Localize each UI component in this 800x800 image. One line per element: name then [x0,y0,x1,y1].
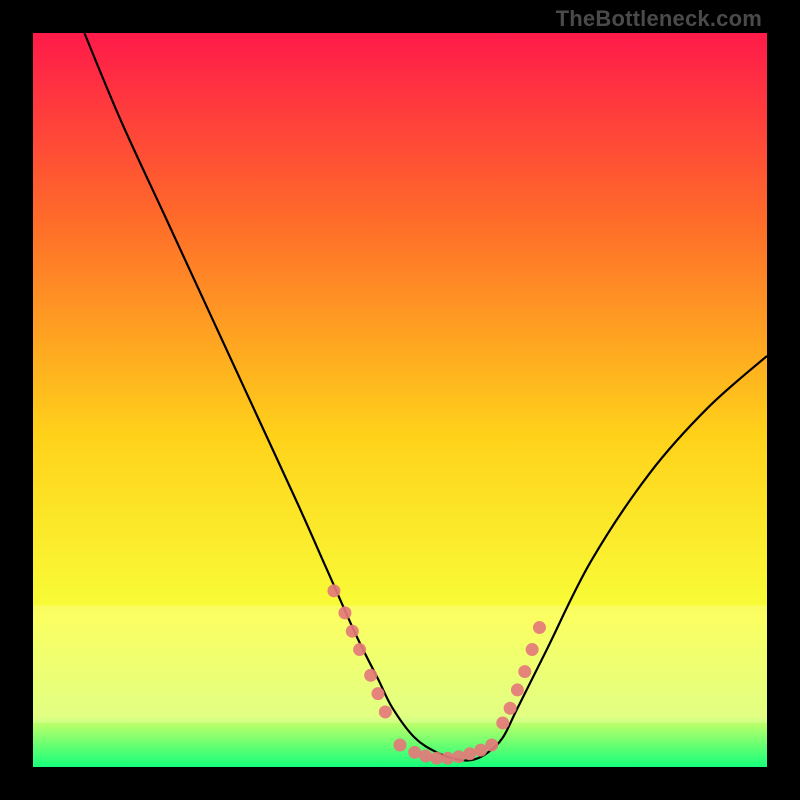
data-point [485,738,498,751]
data-point [408,746,421,759]
data-point [533,621,546,634]
data-point [511,683,524,696]
data-point [364,669,377,682]
data-point [353,643,366,656]
data-point [394,738,407,751]
data-point [327,584,340,597]
data-point [441,752,454,765]
data-point [452,750,465,763]
plot-area [33,33,767,767]
data-point [419,749,432,762]
data-point [338,606,351,619]
chart-svg [33,33,767,767]
highlight-band [33,606,767,723]
chart-container: TheBottleneck.com [0,0,800,800]
data-point [379,705,392,718]
data-point [496,716,509,729]
data-point [463,747,476,760]
watermark-text: TheBottleneck.com [556,6,762,32]
data-point [504,702,517,715]
data-point [371,687,384,700]
data-point [526,643,539,656]
data-point [518,665,531,678]
data-point [346,625,359,638]
